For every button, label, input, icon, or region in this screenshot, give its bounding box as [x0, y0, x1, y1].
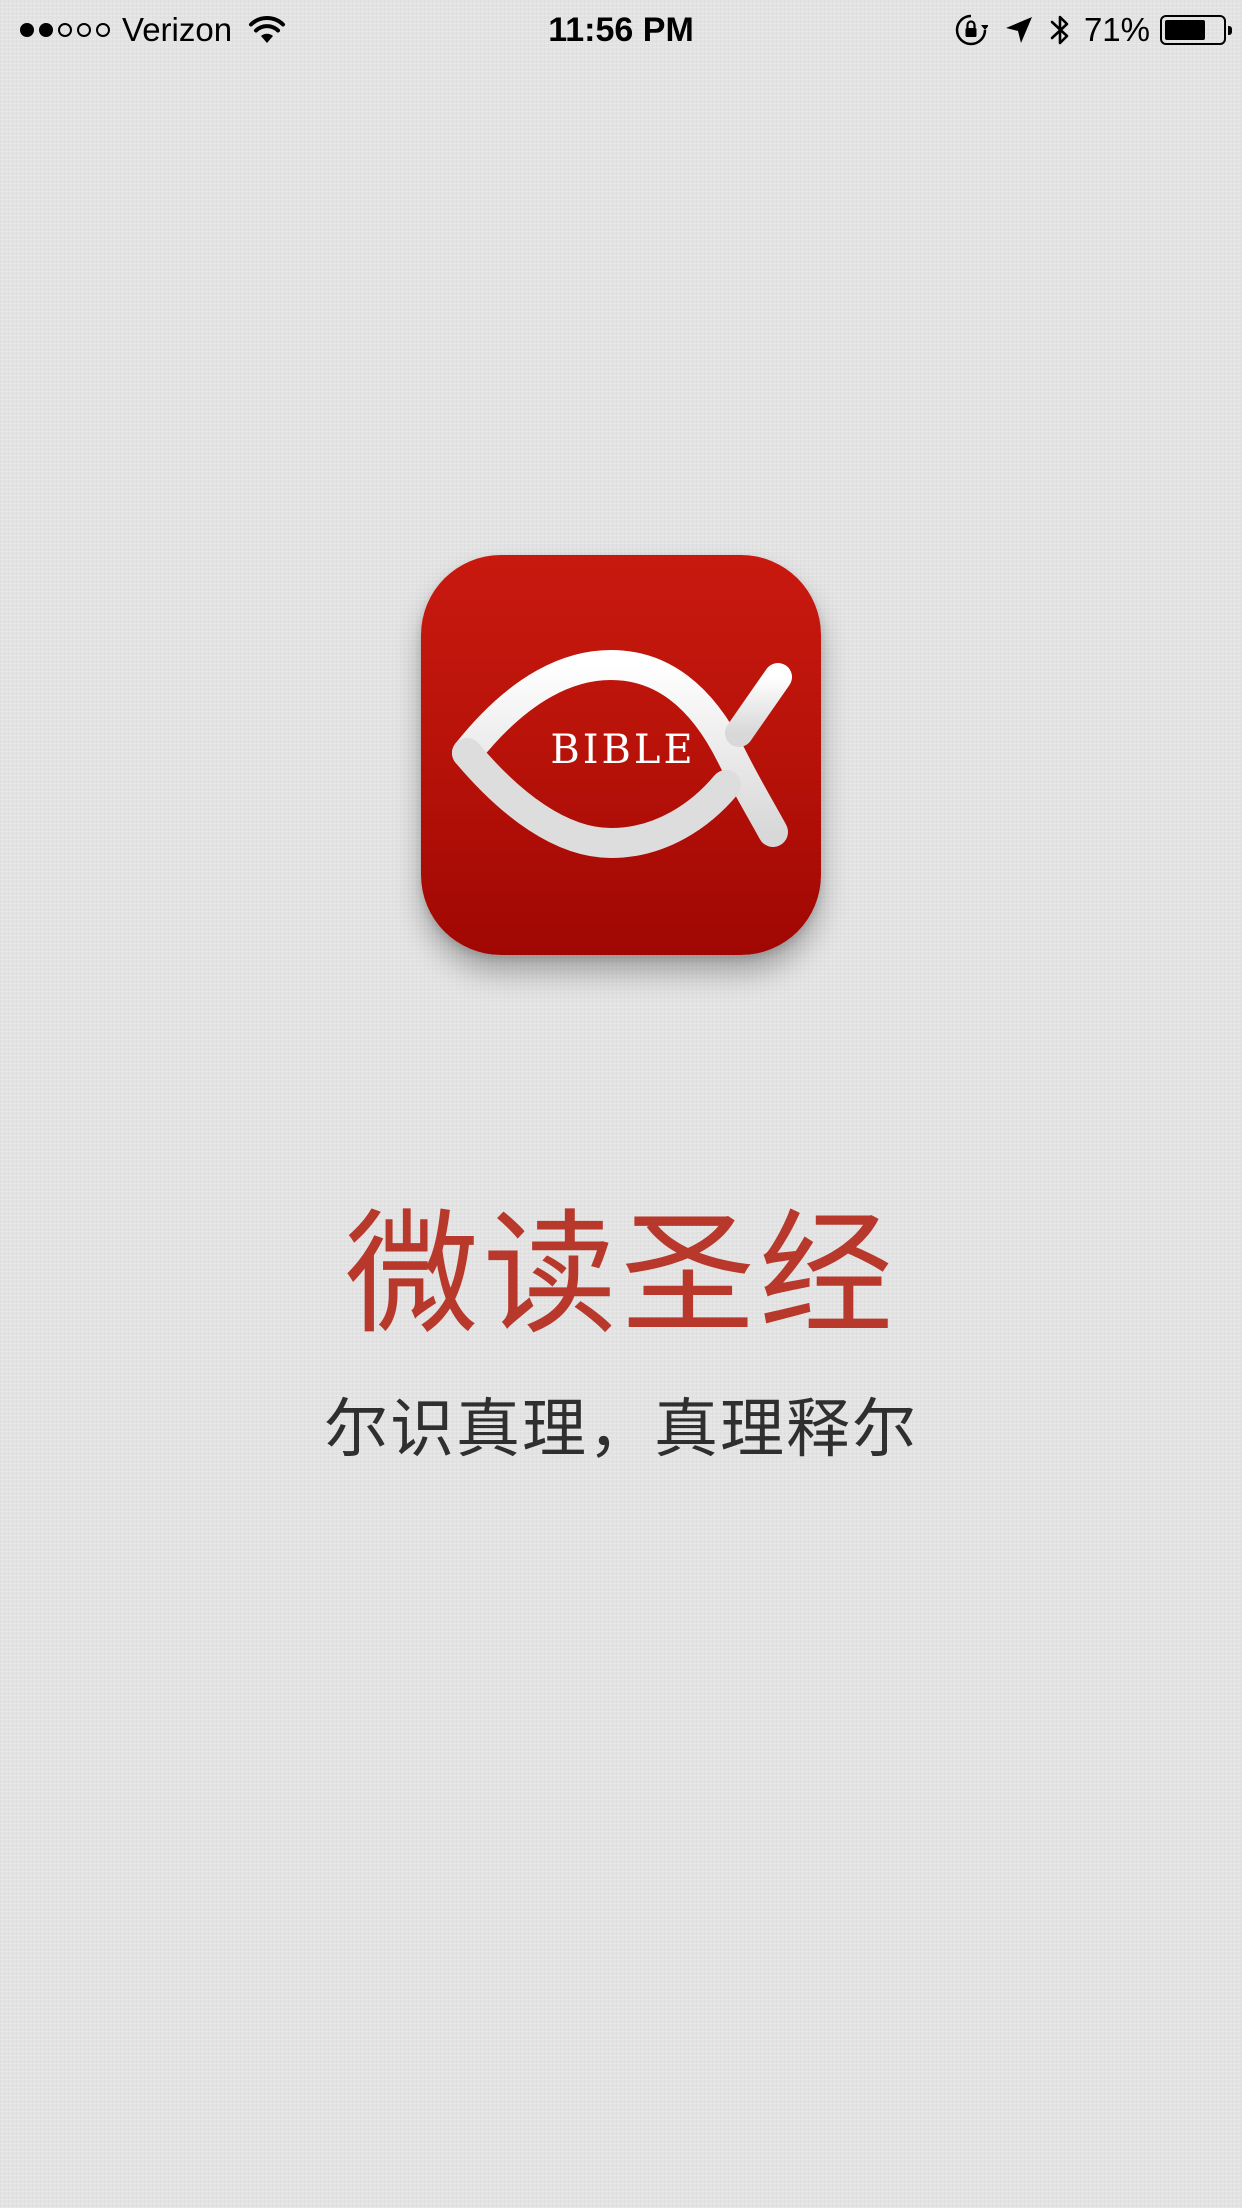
signal-dot — [77, 23, 91, 37]
signal-dot — [20, 23, 34, 37]
signal-dot — [58, 23, 72, 37]
status-bar: Verizon 11:56 PM 71% — [0, 0, 1242, 60]
logo-text: BIBLE — [550, 727, 696, 773]
cellular-signal-icon — [20, 23, 110, 37]
app-logo: BIBLE — [421, 555, 821, 955]
app-title: 微读圣经 — [344, 1197, 897, 1353]
wifi-icon — [249, 16, 286, 43]
battery-icon — [1160, 15, 1232, 45]
signal-dot — [39, 23, 53, 37]
battery-terminal — [1228, 26, 1232, 35]
status-bar-right: 71% — [954, 0, 1232, 60]
signal-dot — [96, 23, 110, 37]
bluetooth-icon — [1050, 15, 1069, 45]
carrier-name: Verizon — [122, 11, 233, 48]
location-arrow-icon — [1005, 17, 1032, 43]
status-bar-left: Verizon — [20, 0, 286, 60]
orientation-lock-icon — [955, 14, 988, 46]
app-slogan: 尔识真理，真理释尔 — [324, 1393, 918, 1467]
battery-percentage: 71% — [1083, 11, 1150, 48]
battery-level-fill — [1165, 20, 1205, 40]
